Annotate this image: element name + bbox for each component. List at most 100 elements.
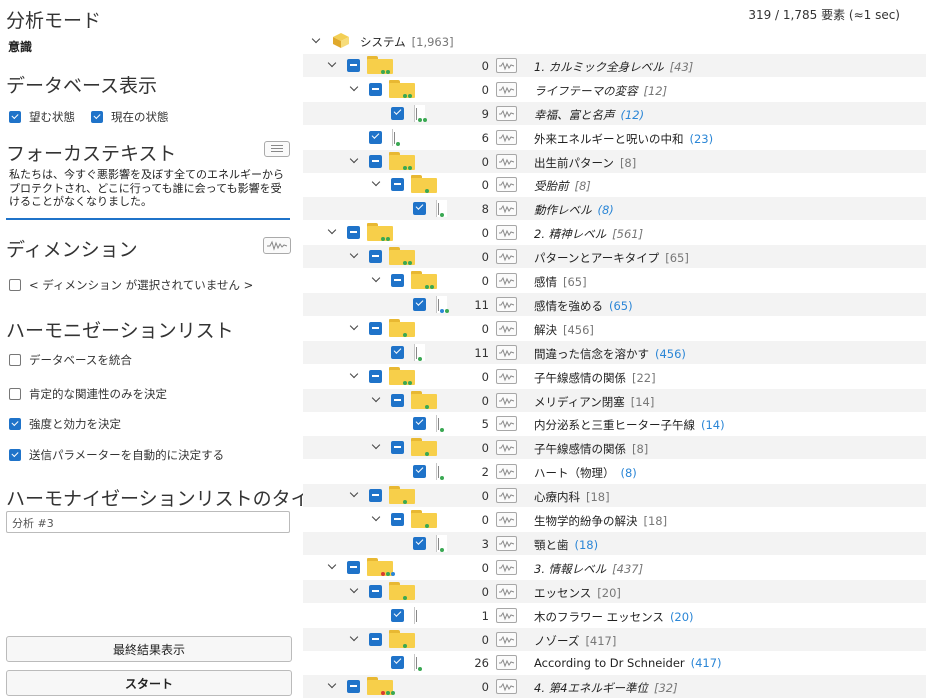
waveform-icon[interactable]	[496, 249, 517, 265]
tree-row[interactable]: 0 1. カルミック全身レベル [43]	[303, 53, 926, 77]
chevron-down-icon[interactable]	[350, 323, 360, 333]
tree-checkbox[interactable]	[413, 297, 426, 311]
tree-checkbox[interactable]	[391, 656, 404, 670]
tree-row[interactable]: 9 幸福、富と名声 (12)	[303, 101, 926, 125]
tree-checkbox[interactable]	[391, 513, 404, 526]
option-row[interactable]: データベースを統合	[9, 352, 132, 368]
show-results-button[interactable]: 最終結果表示	[6, 636, 292, 662]
tree-row[interactable]: 11 感情を強める (65)	[303, 292, 926, 316]
tree-checkbox[interactable]	[413, 202, 426, 216]
tree-row[interactable]: 0 感情 [65]	[303, 269, 926, 292]
waveform-icon[interactable]	[496, 273, 517, 288]
chevron-down-icon[interactable]	[372, 179, 382, 189]
waveform-icon[interactable]	[496, 416, 517, 432]
option-checkbox[interactable]	[9, 354, 21, 366]
tree-row[interactable]: 1 木のフラワー エッセンス (20)	[303, 604, 926, 627]
tree-row[interactable]: 6 外来エネルギーと呪いの中和 (23)	[303, 126, 926, 149]
waveform-icon[interactable]	[496, 105, 517, 121]
tree-row[interactable]: 2 ハート（物理） (8)	[303, 460, 926, 483]
tree-checkbox[interactable]	[369, 154, 382, 168]
chevron-down-icon[interactable]	[350, 156, 360, 166]
tree-checkbox[interactable]	[391, 441, 404, 455]
waveform-icon[interactable]	[496, 201, 517, 217]
chevron-down-icon[interactable]	[328, 227, 338, 237]
waveform-icon[interactable]	[496, 57, 517, 73]
waveform-icon[interactable]	[496, 440, 517, 456]
tree-row[interactable]: 5 内分泌系と三重ヒーター子午線 (14)	[303, 412, 926, 435]
waveform-icon[interactable]	[496, 535, 517, 551]
chevron-down-icon[interactable]	[372, 514, 382, 524]
tree-row[interactable]: 26 According to Dr Schneider (417)	[303, 651, 926, 674]
waveform-icon[interactable]	[496, 177, 517, 193]
tree-checkbox[interactable]	[369, 489, 382, 503]
tree-checkbox[interactable]	[369, 584, 382, 598]
tree-checkbox[interactable]	[413, 465, 426, 479]
tree-row[interactable]: 0 ノゾーズ [417]	[303, 627, 926, 651]
waveform-icon[interactable]	[496, 631, 517, 647]
tree-row[interactable]: 0 子午線感情の関係 [22]	[303, 365, 926, 388]
tree-row[interactable]: 0 心療内科 [18]	[303, 484, 926, 508]
tree-row[interactable]: 8 動作レベル (8)	[303, 197, 926, 221]
waveform-icon[interactable]	[496, 153, 517, 169]
waveform-icon[interactable]	[496, 225, 517, 241]
waveform-icon[interactable]	[496, 464, 517, 480]
tree-row[interactable]: 0 エッセンス [20]	[303, 579, 926, 603]
tree-checkbox[interactable]	[369, 321, 382, 335]
tree-row[interactable]: 0 ライフテーマの変容 [12]	[303, 78, 926, 101]
waveform-icon[interactable]	[496, 129, 517, 145]
waveform-icon[interactable]	[496, 559, 517, 575]
tree-checkbox[interactable]	[391, 608, 404, 622]
chevron-down-icon[interactable]	[328, 60, 338, 70]
chevron-down-icon[interactable]	[328, 681, 338, 691]
tree-checkbox[interactable]	[391, 178, 404, 192]
tree-checkbox[interactable]	[347, 560, 360, 574]
tree-checkbox[interactable]	[413, 417, 426, 431]
option-checkbox[interactable]	[9, 418, 21, 430]
tree-row[interactable]: 0 子午線感情の関係 [8]	[303, 436, 926, 460]
list-icon[interactable]	[264, 141, 290, 157]
tree-checkbox[interactable]	[391, 345, 404, 359]
waveform-icon[interactable]	[263, 237, 291, 254]
tree-root-row[interactable]: システム [1,963]	[303, 30, 926, 53]
waveform-icon[interactable]	[496, 583, 517, 599]
chevron-down-icon[interactable]	[312, 36, 322, 46]
tree-checkbox[interactable]	[369, 369, 382, 383]
chevron-down-icon[interactable]	[350, 251, 360, 261]
option-row[interactable]: 送信パラメーターを自動的に決定する	[9, 447, 224, 463]
start-button[interactable]: スタート	[6, 670, 292, 696]
tree-row[interactable]: 0 出生前パターン [8]	[303, 149, 926, 173]
option-row[interactable]: 強度と効力を決定	[9, 416, 121, 432]
tree-row[interactable]: 0 メリディアン閉塞 [14]	[303, 388, 926, 412]
chevron-down-icon[interactable]	[372, 395, 382, 405]
waveform-icon[interactable]	[496, 488, 517, 504]
tree-row[interactable]: 0 3. 情報レベル [437]	[303, 556, 926, 579]
tree-checkbox[interactable]	[369, 82, 382, 96]
tree-checkbox[interactable]	[391, 274, 404, 287]
waveform-icon[interactable]	[496, 320, 517, 336]
chevron-down-icon[interactable]	[350, 371, 360, 381]
chevron-down-icon[interactable]	[372, 275, 382, 285]
tree-row[interactable]: 3 顎と歯 (18)	[303, 531, 926, 555]
chevron-down-icon[interactable]	[328, 562, 338, 572]
tree-checkbox[interactable]	[391, 393, 404, 407]
tree-row[interactable]: 0 2. 精神レベル [561]	[303, 221, 926, 244]
current-state-checkbox[interactable]	[91, 111, 103, 123]
tree-checkbox[interactable]	[369, 250, 382, 264]
tree-row[interactable]: 0 受胎前 [8]	[303, 173, 926, 196]
chevron-down-icon[interactable]	[350, 84, 360, 94]
tree-checkbox[interactable]	[369, 632, 382, 646]
waveform-icon[interactable]	[496, 296, 517, 312]
tree-checkbox[interactable]	[391, 106, 404, 120]
tree-row[interactable]: 0 パターンとアーキタイプ [65]	[303, 245, 926, 269]
waveform-icon[interactable]	[496, 607, 517, 623]
tree-checkbox[interactable]	[369, 130, 382, 144]
waveform-icon[interactable]	[496, 344, 517, 360]
dimension-checkbox[interactable]	[9, 279, 21, 291]
desired-state-checkbox[interactable]	[9, 111, 21, 123]
desired-state-checkbox-row[interactable]: 望む状態 現在の状態	[9, 109, 169, 125]
dimension-checkbox-row[interactable]: < ディメンション が選択されていません >	[9, 277, 253, 293]
waveform-icon[interactable]	[496, 368, 517, 384]
focus-text-input[interactable]: 私たちは、今すぐ悪影響を及ぼす全てのエネルギーからプロテクトされ、どこに行っても…	[6, 167, 290, 220]
chevron-down-icon[interactable]	[372, 442, 382, 452]
option-checkbox[interactable]	[9, 449, 21, 461]
